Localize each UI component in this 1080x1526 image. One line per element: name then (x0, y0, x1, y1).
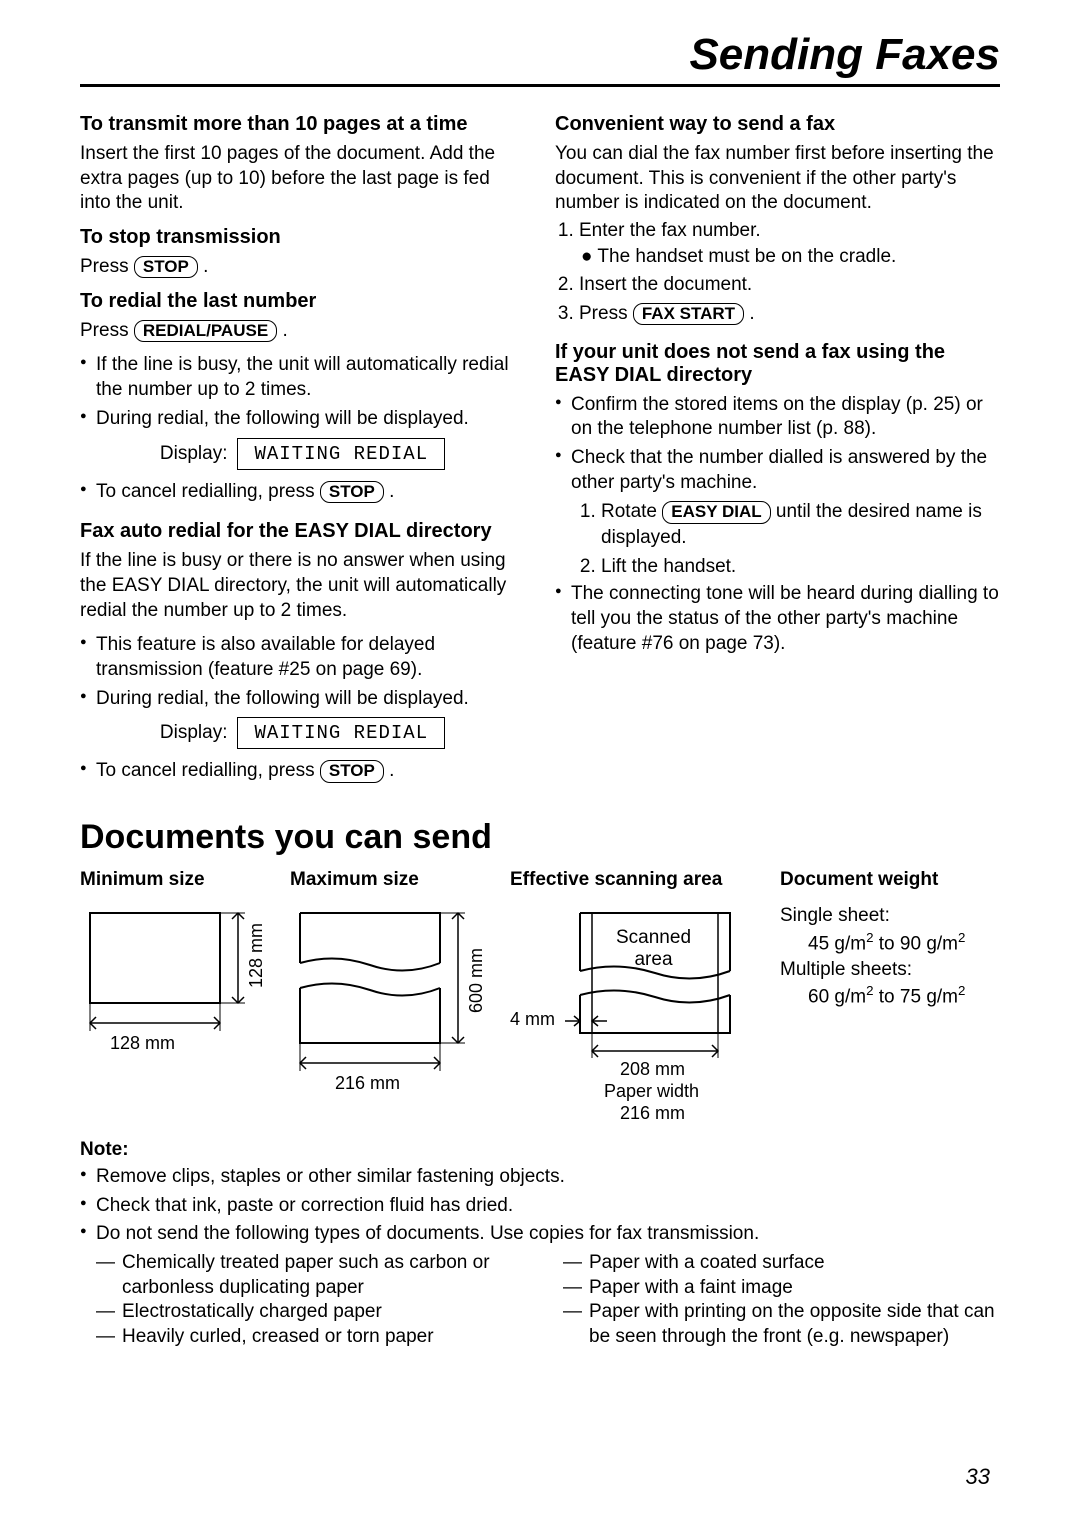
note-dash-right: Paper with a coated surface Paper with a… (563, 1251, 1000, 1350)
note-d5: Paper with a faint image (563, 1276, 1000, 1301)
redial-bullets: If the line is busy, the unit will autom… (80, 353, 525, 431)
heading-stop: To stop transmission (80, 226, 525, 249)
documents-row: Minimum size 128 mm 128 mm Maximu (80, 869, 1000, 1123)
redial-cancel: To cancel redialling, press STOP . (80, 480, 525, 505)
para-redial-press: Press REDIAL/PAUSE . (80, 319, 525, 344)
conv-step-1-text: Enter the fax number. (579, 220, 761, 241)
easy-steps: Rotate EASY DIAL until the desired name … (555, 499, 1000, 579)
easy-bullet-1: Confirm the stored items on the display … (555, 393, 1000, 442)
min-height-label: 128 mm (246, 923, 267, 988)
max-size-head: Maximum size (290, 869, 500, 891)
press-label: Press (80, 320, 129, 341)
weight-head: Document weight (780, 869, 1000, 891)
conv-step-1: Enter the fax number. ● The handset must… (579, 218, 1000, 269)
note-head: Note: (80, 1139, 1000, 1161)
max-width-label: 216 mm (335, 1073, 400, 1094)
redial-bullet-1: If the line is busy, the unit will autom… (80, 353, 525, 402)
section-documents-title: Documents you can send (80, 818, 1000, 857)
convenient-steps: Enter the fax number. ● The handset must… (555, 218, 1000, 327)
conv-step-3: Press FAX START . (579, 301, 1000, 327)
note-b2: Check that ink, paste or correction flui… (80, 1194, 1000, 1219)
easy-bullet-2: Check that the number dialled is answere… (555, 446, 1000, 495)
auto-cancel: To cancel redialling, press STOP . (80, 759, 525, 784)
easy-bullets-2: The connecting tone will be heard during… (555, 582, 1000, 656)
heading-convenient: Convenient way to send a fax (555, 113, 1000, 136)
weight-multi-label: Multiple sheets: (780, 957, 1000, 983)
conv-step-3-prefix: Press (579, 303, 633, 324)
page-number: 33 (966, 1464, 990, 1490)
eff-paper-width-val: 216 mm (620, 1103, 685, 1124)
weight-single-val: 45 g/m2 to 90 g/m2 (780, 929, 1000, 957)
min-width-label: 128 mm (110, 1033, 175, 1054)
eff-diagram: Scanned area 4 mm 208 mm Paper width 216… (510, 903, 770, 1123)
auto-bullets: This feature is also available for delay… (80, 633, 525, 711)
weight-cell: Document weight Single sheet: 45 g/m2 to… (780, 869, 1000, 1123)
scanned-area-label: Scanned area (616, 927, 691, 971)
left-column: To transmit more than 10 pages at a time… (80, 107, 525, 788)
stop-key: STOP (320, 760, 384, 782)
para-auto-redial: If the line is busy or there is no answe… (80, 549, 525, 623)
para-stop: Press STOP . (80, 255, 525, 280)
max-size-diagram: 216 mm 600 mm (290, 903, 500, 1103)
easy-step-1-prefix: Rotate (601, 501, 662, 522)
note-dash-left: Chemically treated paper such as carbon … (96, 1251, 533, 1350)
note-d4: Paper with a coated surface (563, 1251, 1000, 1276)
conv-step-1-sub: ● The handset must be on the cradle. (579, 244, 1000, 270)
eff-scan-width-label: 208 mm (620, 1059, 685, 1080)
easy-bullets: Confirm the stored items on the display … (555, 393, 1000, 496)
min-size-head: Minimum size (80, 869, 280, 891)
redial-bullet-2: During redial, the following will be dis… (80, 407, 525, 432)
eff-margin-label: 4 mm (510, 1009, 555, 1030)
easy-dial-key: EASY DIAL (662, 501, 770, 523)
note-dash-columns: Chemically treated paper such as carbon … (80, 1251, 1000, 1350)
max-height-label: 600 mm (466, 948, 487, 1013)
page-title: Sending Faxes (80, 30, 1000, 87)
note-b1: Remove clips, staples or other similar f… (80, 1165, 1000, 1190)
min-size-diagram: 128 mm 128 mm (80, 903, 280, 1063)
display-box: WAITING REDIAL (237, 717, 445, 749)
display-label: Display: (160, 443, 228, 465)
note-d1: Chemically treated paper such as carbon … (96, 1251, 533, 1300)
auto-cancel-bullets: To cancel redialling, press STOP . (80, 759, 525, 784)
weight-body: Single sheet: 45 g/m2 to 90 g/m2 Multipl… (780, 903, 1000, 1010)
fax-start-key: FAX START (633, 303, 744, 325)
auto-cancel-text: To cancel redialling, press (96, 760, 320, 781)
note-b3: Do not send the following types of docum… (80, 1222, 1000, 1247)
easy-step-2: Lift the handset. (601, 554, 1000, 580)
eff-paper-width-label: Paper width (604, 1081, 699, 1102)
heading-easy-dial: If your unit does not send a fax using t… (555, 341, 1000, 387)
eff-cell: Effective scanning area (510, 869, 770, 1123)
press-label: Press (80, 256, 129, 277)
redial-cancel-text: To cancel redialling, press (96, 481, 320, 502)
note-bullets: Remove clips, staples or other similar f… (80, 1165, 1000, 1247)
display-box: WAITING REDIAL (237, 438, 445, 470)
note-d2: Electrostatically charged paper (96, 1300, 533, 1325)
max-size-cell: Maximum size (290, 869, 500, 1123)
min-size-cell: Minimum size 128 mm 128 mm (80, 869, 280, 1123)
eff-head: Effective scanning area (510, 869, 770, 891)
heading-auto-redial: Fax auto redial for the EASY DIAL direct… (80, 520, 525, 543)
redial-pause-key: REDIAL/PAUSE (134, 320, 277, 342)
easy-bullet-3: The connecting tone will be heard during… (555, 582, 1000, 656)
weight-multi-val: 60 g/m2 to 75 g/m2 (780, 982, 1000, 1010)
weight-single-label: Single sheet: (780, 903, 1000, 929)
heading-redial: To redial the last number (80, 290, 525, 313)
note-d6: Paper with printing on the opposite side… (563, 1300, 1000, 1349)
heading-transmit: To transmit more than 10 pages at a time (80, 113, 525, 136)
redial-cancel-bullets: To cancel redialling, press STOP . (80, 480, 525, 505)
para-convenient: You can dial the fax number first before… (555, 142, 1000, 216)
display-label: Display: (160, 722, 228, 744)
display-row-2: Display: WAITING REDIAL (80, 717, 525, 749)
stop-key: STOP (134, 256, 198, 278)
two-column-section: To transmit more than 10 pages at a time… (80, 107, 1000, 788)
auto-bullet-2: During redial, the following will be dis… (80, 687, 525, 712)
note-d3: Heavily curled, creased or torn paper (96, 1325, 533, 1350)
right-column: Convenient way to send a fax You can dia… (555, 107, 1000, 788)
conv-step-2: Insert the document. (579, 272, 1000, 298)
para-transmit: Insert the first 10 pages of the documen… (80, 142, 525, 216)
easy-step-1: Rotate EASY DIAL until the desired name … (601, 499, 1000, 550)
display-row-1: Display: WAITING REDIAL (80, 438, 525, 470)
stop-key: STOP (320, 481, 384, 503)
auto-bullet-1: This feature is also available for delay… (80, 633, 525, 682)
